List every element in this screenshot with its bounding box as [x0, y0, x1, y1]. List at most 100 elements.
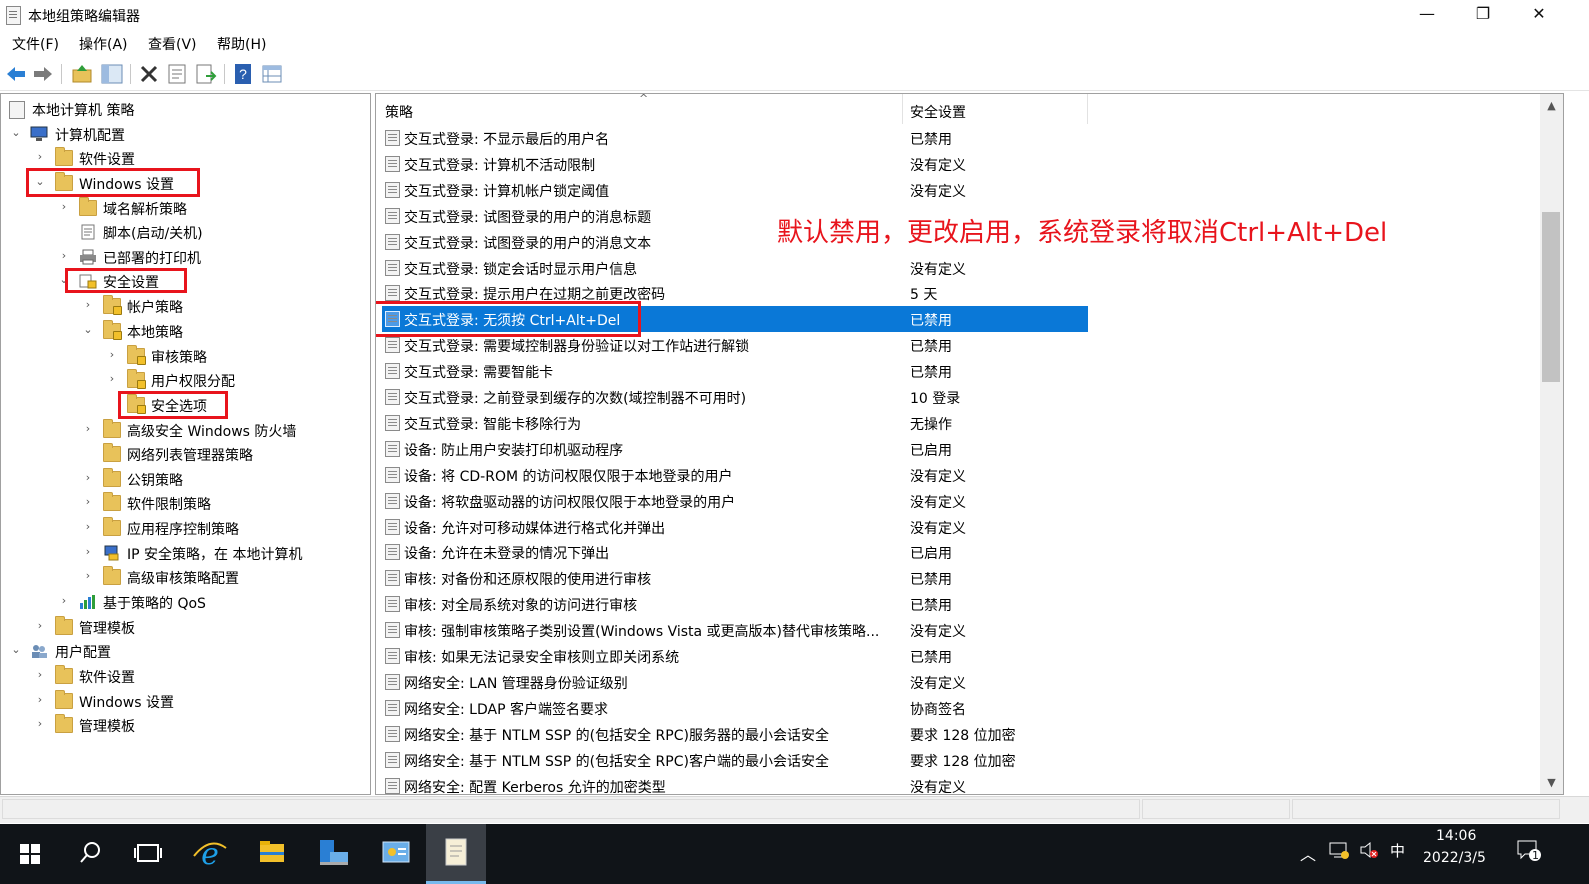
policy-name: 交互式登录: 之前登录到缓存的次数(域控制器不可用时): [404, 391, 747, 407]
policy-row[interactable]: 交互式登录: 无须按 Ctrl+Alt+Del 已禁用: [382, 306, 1088, 333]
column-header-setting[interactable]: 安全设置: [910, 102, 966, 122]
delete-icon[interactable]: [137, 62, 161, 86]
scrollbar-thumb[interactable]: [1542, 212, 1560, 382]
chevron-right-icon[interactable]: ›: [34, 694, 46, 706]
policy-name: 交互式登录: 试图登录的用户的消息文本: [404, 235, 652, 252]
policy-row[interactable]: 交互式登录: 之前登录到缓存的次数(域控制器不可用时) 10 登录: [382, 384, 1088, 410]
chevron-down-icon[interactable]: ⌄: [82, 324, 94, 336]
policy-row[interactable]: 设备: 允许对可移动媒体进行格式化并弹出 没有定义: [382, 514, 1088, 540]
policy-setting-icon: [385, 337, 400, 354]
policy-row[interactable]: 交互式登录: 需要域控制器身份验证以对工作站进行解锁 已禁用: [382, 332, 1088, 358]
policy-row[interactable]: 网络安全: 基于 NTLM SSP 的(包括安全 RPC)客户端的最小会话安全 要…: [382, 747, 1088, 773]
folder-icon: [55, 147, 73, 166]
policy-setting-icon: [385, 233, 400, 250]
server-manager-icon[interactable]: [304, 824, 364, 884]
chevron-right-icon[interactable]: ›: [82, 546, 94, 558]
policy-row[interactable]: 审核: 对全局系统对象的访问进行审核 已禁用: [382, 591, 1088, 617]
column-divider[interactable]: [902, 94, 903, 124]
folder-icon: [55, 690, 73, 709]
policy-row[interactable]: 审核: 强制审核策略子类别设置(Windows Vista 或更高版本)替代审核…: [382, 617, 1088, 643]
close-button[interactable]: ✕: [1511, 0, 1567, 30]
chevron-right-icon[interactable]: ›: [82, 299, 94, 311]
column-divider[interactable]: [1087, 94, 1088, 124]
menu-action[interactable]: 操作(A): [79, 34, 128, 54]
chevron-down-icon[interactable]: ⌄: [10, 644, 22, 656]
policy-row[interactable]: 审核: 如果无法记录安全审核则立即关闭系统 已禁用: [382, 643, 1088, 669]
export-list-icon[interactable]: [194, 62, 218, 86]
chevron-down-icon[interactable]: ⌄: [58, 274, 70, 286]
policy-setting-icon: [385, 699, 400, 716]
taskbar-active-app[interactable]: [426, 824, 486, 884]
vertical-scrollbar[interactable]: ▲ ▼: [1540, 94, 1563, 794]
volume-muted-icon[interactable]: [1358, 840, 1380, 860]
chevron-right-icon[interactable]: ›: [82, 423, 94, 435]
clock-time[interactable]: 14:06: [1436, 828, 1476, 844]
ime-indicator[interactable]: 中: [1390, 840, 1405, 861]
chevron-up-icon[interactable]: ︿: [1300, 841, 1316, 865]
lock-folder-icon: [127, 394, 146, 414]
policy-row[interactable]: 交互式登录: 智能卡移除行为 无操作: [382, 410, 1088, 436]
help-icon[interactable]: ?: [231, 62, 255, 86]
properties-icon[interactable]: [165, 62, 189, 86]
policy-row[interactable]: 网络安全: 基于 NTLM SSP 的(包括安全 RPC)服务器的最小会话安全 要…: [382, 721, 1088, 747]
control-panel-icon[interactable]: [366, 824, 426, 884]
policy-row[interactable]: 交互式登录: 计算机帐户锁定阈值 没有定义: [382, 177, 1088, 203]
internet-explorer-icon[interactable]: e: [180, 824, 240, 884]
menu-view[interactable]: 查看(V): [148, 34, 197, 54]
task-view-icon[interactable]: [118, 824, 178, 884]
restore-button[interactable]: ❐: [1455, 0, 1511, 30]
policy-setting-value: 要求 128 位加密: [910, 753, 1016, 770]
policy-row[interactable]: 设备: 将 CD-ROM 的访问权限仅限于本地登录的用户 没有定义: [382, 462, 1088, 488]
chevron-right-icon[interactable]: ›: [82, 472, 94, 484]
chevron-right-icon[interactable]: ›: [82, 521, 94, 533]
policy-row[interactable]: 设备: 允许在未登录的情况下弹出 已启用: [382, 539, 1088, 565]
chevron-right-icon[interactable]: ›: [58, 595, 70, 607]
clock-date[interactable]: 2022/3/5: [1423, 850, 1486, 866]
policy-row[interactable]: 交互式登录: 锁定会话时显示用户信息 没有定义: [382, 255, 1088, 281]
chevron-right-icon[interactable]: ›: [34, 718, 46, 730]
policy-row[interactable]: 网络安全: 配置 Kerberos 允许的加密类型 没有定义: [382, 773, 1088, 794]
minimize-button[interactable]: —: [1399, 0, 1455, 30]
scroll-down-arrow-icon[interactable]: ▼: [1540, 774, 1563, 792]
chevron-right-icon[interactable]: ›: [106, 349, 118, 361]
policy-row[interactable]: 审核: 对备份和还原权限的使用进行审核 已禁用: [382, 565, 1088, 591]
tree-node-label: 计算机配置: [55, 128, 125, 144]
windows-start-icon[interactable]: [0, 824, 60, 884]
chevron-right-icon[interactable]: ›: [34, 151, 46, 163]
back-icon[interactable]: [4, 62, 28, 86]
show-hide-tree-icon[interactable]: [100, 62, 124, 86]
tree-node-label: 脚本(启动/关机): [103, 226, 203, 242]
chevron-down-icon[interactable]: ⌄: [34, 176, 46, 188]
policy-setting-value: 没有定义: [910, 624, 966, 641]
policy-row[interactable]: 交互式登录: 需要智能卡 已禁用: [382, 358, 1088, 384]
chevron-right-icon[interactable]: ›: [34, 669, 46, 681]
menu-help[interactable]: 帮助(H): [217, 34, 266, 54]
network-icon[interactable]: [1328, 840, 1350, 860]
file-explorer-icon[interactable]: [242, 824, 302, 884]
forward-icon[interactable]: [31, 62, 55, 86]
view-icon[interactable]: [260, 62, 284, 86]
menu-file[interactable]: 文件(F): [12, 34, 59, 54]
search-icon[interactable]: [60, 824, 120, 884]
chevron-right-icon[interactable]: ›: [82, 570, 94, 582]
chevron-right-icon[interactable]: ›: [58, 250, 70, 262]
policy-row[interactable]: 设备: 将软盘驱动器的访问权限仅限于本地登录的用户 没有定义: [382, 488, 1088, 514]
up-folder-icon[interactable]: [70, 62, 94, 86]
policy-setting-icon: [385, 673, 400, 690]
chevron-right-icon[interactable]: ›: [58, 201, 70, 213]
policy-row[interactable]: 交互式登录: 计算机不活动限制 没有定义: [382, 151, 1088, 177]
policy-row[interactable]: 网络安全: LAN 管理器身份验证级别 没有定义: [382, 669, 1088, 695]
policy-row[interactable]: 交互式登录: 不显示最后的用户名 已禁用: [382, 125, 1088, 151]
policy-row[interactable]: 网络安全: LDAP 客户端签名要求 协商签名: [382, 695, 1088, 721]
policy-setting-value: 5 天: [910, 287, 938, 304]
policy-row[interactable]: 设备: 防止用户安装打印机驱动程序 已启用: [382, 436, 1088, 462]
chevron-right-icon[interactable]: ›: [82, 496, 94, 508]
column-header-policy[interactable]: 策略: [385, 102, 413, 122]
svg-text:?: ?: [239, 66, 247, 82]
chevron-right-icon[interactable]: ›: [106, 373, 118, 385]
chevron-down-icon[interactable]: ⌄: [10, 127, 22, 139]
chevron-right-icon[interactable]: ›: [34, 620, 46, 632]
policy-row[interactable]: 交互式登录: 提示用户在过期之前更改密码 5 天: [382, 280, 1088, 306]
tree-node-label: 高级安全 Windows 防火墙: [127, 424, 297, 440]
scroll-up-arrow-icon[interactable]: ▲: [1540, 97, 1563, 115]
